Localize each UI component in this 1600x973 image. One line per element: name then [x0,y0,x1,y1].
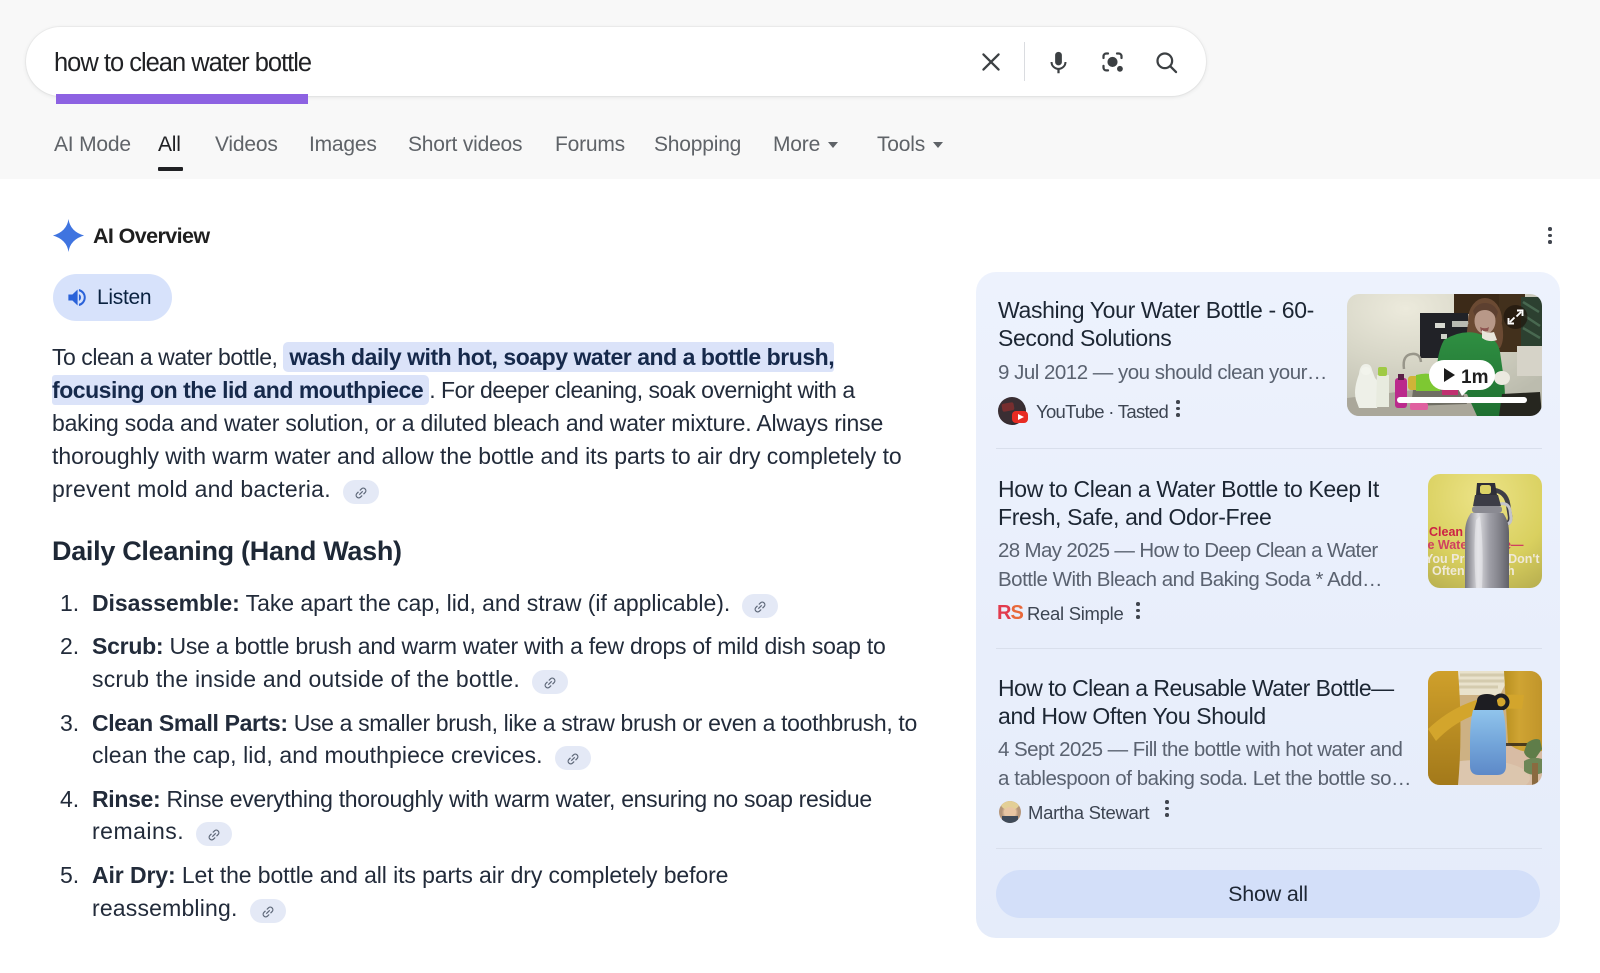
svg-text:1m: 1m [1461,367,1488,388]
